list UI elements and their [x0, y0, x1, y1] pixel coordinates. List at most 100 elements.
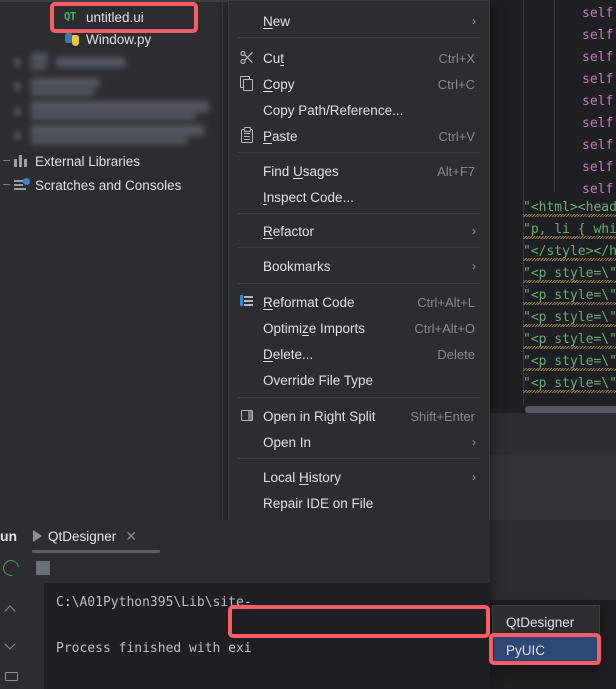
menu-item-label: Repair IDE on File	[263, 495, 374, 511]
tree-item-window-py[interactable]: Window.py	[50, 28, 228, 50]
tree-expand-toggle[interactable]	[3, 157, 11, 165]
menu-separator	[238, 458, 480, 459]
menu-item-shortcut: Ctrl+Alt+O	[414, 320, 475, 336]
library-icon	[14, 154, 29, 168]
menu-separator	[238, 283, 480, 284]
no-icon	[238, 13, 258, 29]
no-icon	[238, 495, 258, 511]
run-console-output[interactable]: C:\A01Python395\Lib\site- Process finish…	[30, 583, 490, 689]
no-icon	[238, 163, 258, 179]
menu-item-copy-path-reference[interactable]: Copy Path/Reference...	[230, 97, 488, 123]
menu-item-cut[interactable]: Cut Ctrl+X	[230, 45, 488, 71]
menu-item-label: Cut	[263, 50, 285, 66]
code-string-line: "<html><head	[523, 200, 616, 217]
code-token-self: self	[582, 28, 614, 43]
tree-item-scratches-and-consoles[interactable]: Scratches and Consoles	[0, 174, 228, 196]
run-tab-bar: un QtDesigner ✕	[0, 520, 490, 553]
menu-separator	[238, 213, 480, 214]
code-token-self: self	[582, 182, 614, 197]
menu-item-label: Find Usages	[263, 163, 339, 179]
menu-item-refactor[interactable]: Refactor ›	[230, 218, 488, 244]
no-icon	[238, 320, 258, 336]
chevron-right-icon: ›	[472, 224, 476, 238]
code-token-self: self	[582, 50, 614, 65]
menu-item-label: Bookmarks	[263, 258, 331, 274]
code-string-line: "<p style=\"	[523, 310, 616, 327]
menu-item-label: Copy	[263, 76, 295, 92]
menu-item-repair-ide-on-file[interactable]: Repair IDE on File	[230, 490, 488, 516]
code-string-line: "<p style=\"	[523, 376, 616, 393]
tree-item-label: untitled.ui	[86, 9, 144, 25]
python-file-icon	[64, 31, 80, 47]
menu-item-shortcut: Shift+Enter	[410, 408, 475, 424]
menu-item-local-history[interactable]: Local History ›	[230, 464, 488, 490]
chevron-right-icon: ›	[472, 470, 476, 484]
menu-item-open-in-right-split[interactable]: Open in Right Split Shift+Enter	[230, 403, 488, 429]
tree-expand-toggle[interactable]	[3, 181, 11, 189]
submenu-item-label: PyUIC	[506, 642, 546, 658]
no-icon	[238, 346, 258, 362]
code-token-self: self	[582, 138, 614, 153]
no-icon	[238, 258, 258, 274]
menu-item-shortcut: Ctrl+C	[437, 76, 475, 92]
menu-item-bookmarks[interactable]: Bookmarks ›	[230, 253, 488, 279]
ide-window: QT untitled.ui Window.py External Librar…	[0, 0, 616, 689]
menu-item-optimize-imports[interactable]: Optimize Imports Ctrl+Alt+O	[230, 315, 488, 341]
tree-item-external-libraries[interactable]: External Libraries	[0, 150, 228, 172]
code-string-line: "<p style=\"	[523, 332, 616, 349]
menu-item-new[interactable]: New ›	[230, 8, 488, 34]
code-string-line: "<p style=\"	[523, 266, 616, 283]
submenu-item-pyuic[interactable]: PyUIC	[494, 637, 598, 663]
code-token-self: self	[582, 116, 614, 131]
right-panel-area	[490, 455, 616, 520]
menu-item-reformat-code[interactable]: Reformat Code Ctrl+Alt+L	[230, 289, 488, 315]
menu-item-inspect-code[interactable]: Inspect Code...	[230, 184, 488, 210]
menu-item-label: Paste	[263, 128, 298, 144]
menu-item-delete[interactable]: Delete... Delete	[230, 341, 488, 367]
submenu-item-qtdesigner[interactable]: QtDesigner	[494, 609, 598, 635]
panel-divider[interactable]	[222, 0, 223, 520]
code-string-line: "<p style=\"	[523, 288, 616, 305]
soft-wrap-icon[interactable]	[4, 668, 18, 682]
no-icon	[238, 223, 258, 239]
menu-item-copy[interactable]: Copy Ctrl+C	[230, 71, 488, 97]
close-icon[interactable]: ✕	[125, 529, 137, 543]
external-tools-submenu[interactable]: QtDesigner PyUIC	[492, 605, 600, 665]
menu-item-open-in[interactable]: Open In ›	[230, 429, 488, 455]
clipboard-icon	[238, 127, 258, 144]
editor-scroll-track[interactable]	[490, 405, 616, 413]
run-tool-window-label: un	[0, 528, 18, 544]
scroll-up-icon[interactable]	[4, 603, 18, 617]
run-toolbar	[0, 553, 490, 583]
code-string-line: "<p style=\"	[523, 354, 616, 371]
scroll-down-icon[interactable]	[4, 638, 18, 652]
run-tab-qtdesigner[interactable]: QtDesigner ✕	[33, 524, 137, 548]
copy-icon	[238, 76, 258, 92]
console-gutter	[30, 583, 44, 689]
menu-item-find-usages[interactable]: Find Usages Alt+F7	[230, 158, 488, 184]
project-tool-window: QT untitled.ui Window.py External Librar…	[0, 0, 228, 520]
right-lower-area	[490, 520, 616, 600]
menu-item-shortcut: Alt+F7	[437, 163, 475, 179]
code-editor[interactable]: self self self self self self self self …	[490, 0, 616, 405]
tree-item-label: External Libraries	[35, 153, 141, 169]
menu-item-shortcut: Ctrl+Alt+L	[417, 294, 475, 310]
menu-item-shortcut: Ctrl+X	[438, 50, 475, 66]
editor-horizontal-scrollbar[interactable]	[525, 406, 616, 413]
no-icon	[238, 189, 258, 205]
split-icon	[238, 408, 258, 424]
menu-item-label: Local History	[263, 469, 342, 485]
tree-item-untitled-ui[interactable]: QT untitled.ui	[50, 6, 228, 28]
tree-item-label: Scratches and Consoles	[35, 177, 182, 193]
menu-item-shortcut: Ctrl+V	[438, 128, 475, 144]
qt-file-icon: QT	[64, 10, 76, 23]
indent-guide	[554, 0, 555, 192]
code-string-line: "</style></h	[523, 244, 616, 261]
menu-item-label: Optimize Imports	[263, 320, 366, 336]
menu-item-label: Open in Right Split	[263, 408, 376, 424]
menu-item-override-file-type[interactable]: Override File Type	[230, 367, 488, 393]
menu-item-label: Refactor	[263, 223, 315, 239]
menu-item-label: Reformat Code	[263, 294, 355, 310]
stop-icon[interactable]	[36, 561, 50, 575]
menu-item-paste[interactable]: Paste Ctrl+V	[230, 123, 488, 149]
